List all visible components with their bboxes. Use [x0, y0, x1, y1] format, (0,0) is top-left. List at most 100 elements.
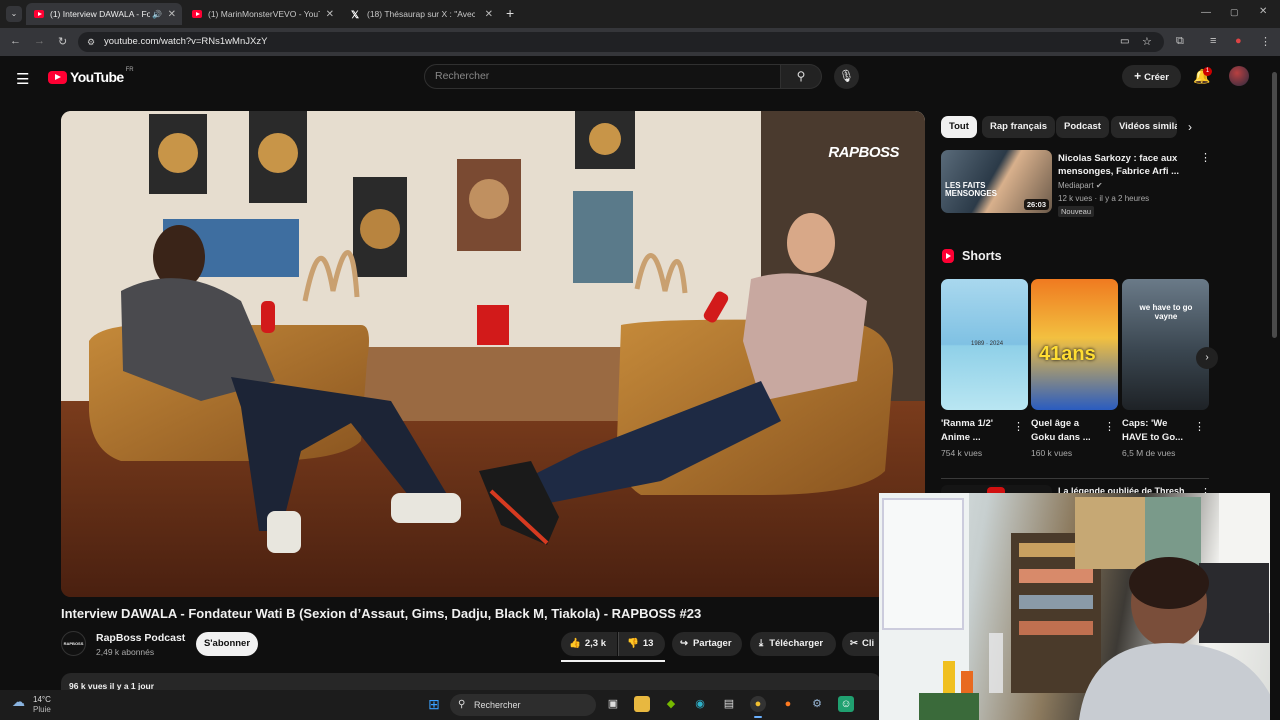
more-options-icon[interactable]: ⋮	[1104, 420, 1115, 433]
dislike-button[interactable]: 👎 13	[618, 632, 665, 656]
speaker-icon[interactable]: 🔊	[152, 10, 162, 19]
chip-rap-francais[interactable]: Rap français	[982, 116, 1056, 138]
hamburger-menu-icon[interactable]: ☰	[16, 70, 29, 88]
short-thumbnail[interactable]: we have to go vayne	[1122, 279, 1209, 410]
clip-button[interactable]: ✂ Cli	[842, 632, 879, 656]
thumbnail-text: LES FAITS MENSONGES	[945, 181, 998, 198]
youtube-header: ☰ YouTube FR Rechercher ⚲ 🎙 + Créer 🔔 1	[0, 56, 1270, 98]
like-button[interactable]: 👍 2,3 k	[561, 632, 617, 656]
more-options-icon[interactable]: ⋮	[1194, 420, 1205, 433]
youtube-icon	[192, 10, 202, 18]
recommended-views: 12 k vues · il y a 2 heures	[1058, 194, 1150, 203]
browser-toolbar: ← → ↻ ⚙ youtube.com/watch?v=RNs1wMnJXzY …	[0, 28, 1280, 56]
channel-name[interactable]: RapBoss Podcast	[96, 632, 185, 644]
temperature: 14°C	[33, 695, 51, 704]
video-title: Interview DAWALA - Fondateur Wati B (Sex…	[61, 606, 702, 621]
thumbs-down-icon: 👎	[627, 638, 639, 649]
short-title[interactable]: Caps: 'We HAVE to Go...	[1122, 417, 1192, 445]
close-tab-icon[interactable]: ✕	[168, 9, 176, 20]
bookmark-star-icon[interactable]: ☆	[1142, 32, 1152, 52]
download-button[interactable]: ⤓ Télécharger	[750, 632, 836, 656]
more-options-icon[interactable]: ⋮	[1200, 151, 1211, 164]
x-icon: 𝕏	[351, 10, 360, 21]
recommended-channel[interactable]: Mediapart ✔	[1058, 181, 1103, 190]
reading-list-icon[interactable]: ≡	[1210, 35, 1216, 47]
task-view-icon[interactable]: ▣	[605, 696, 621, 712]
short-thumbnail[interactable]: 1989 · 2024	[941, 279, 1028, 410]
short-title[interactable]: Quel âge a Goku dans ...	[1031, 417, 1101, 445]
search-input[interactable]: Rechercher	[424, 64, 781, 89]
taskbar-search[interactable]: ⚲ Rechercher	[450, 694, 596, 716]
taskbar-search-label: Rechercher	[474, 700, 521, 710]
chip-similar-videos[interactable]: Vidéos simila	[1111, 116, 1177, 138]
tab-search-button[interactable]: ⌄	[6, 6, 22, 22]
short-views: 754 k vues	[941, 448, 983, 458]
account-avatar[interactable]	[1229, 66, 1249, 86]
shorts-title: Shorts	[962, 249, 1002, 263]
address-bar[interactable]: ⚙ youtube.com/watch?v=RNs1wMnJXzY ▭ ☆	[78, 32, 1164, 52]
rain-cloud-icon: ☁	[12, 694, 25, 709]
webcam-overlay	[879, 493, 1280, 720]
steam-icon[interactable]: ⚙	[809, 696, 825, 712]
close-window-icon[interactable]: ✕	[1259, 6, 1267, 17]
extensions-icon[interactable]: ⧉	[1176, 35, 1184, 48]
store-icon[interactable]: ▤	[721, 696, 737, 712]
channel-avatar[interactable]: RAPBOSS	[61, 631, 86, 656]
chip-podcast[interactable]: Podcast	[1056, 116, 1109, 138]
share-button[interactable]: ↪ Partager	[672, 632, 742, 656]
file-explorer-icon[interactable]	[634, 696, 650, 712]
short-thumbnail[interactable]: 41ans	[1031, 279, 1118, 410]
chrome-icon[interactable]: ●	[750, 696, 766, 712]
like-ratio-bar	[561, 660, 665, 662]
browser-tab[interactable]: (1) MarinMonsterVEVO - YouTu ✕	[184, 3, 340, 25]
more-options-icon[interactable]: ⋮	[1013, 420, 1024, 433]
back-icon[interactable]: ←	[10, 35, 21, 47]
cast-icon[interactable]: ▭	[1120, 32, 1129, 52]
page-scrollbar[interactable]	[1270, 56, 1280, 720]
browser-tab-strip: ⌄ (1) Interview DAWALA - Fon 🔊 ✕ (1) Mar…	[0, 0, 1280, 28]
restore-icon[interactable]: ▢	[1230, 7, 1239, 18]
youtube-logo[interactable]: YouTube FR	[48, 67, 134, 85]
weather-condition: Pluie	[33, 705, 51, 714]
dislike-count: 13	[642, 638, 654, 649]
voice-search-button[interactable]: 🎙	[834, 64, 859, 89]
browser-tab[interactable]: 𝕏 (18) Thésaurap sur X : "Avec l'in ✕	[343, 3, 499, 25]
active-app-indicator	[754, 716, 762, 718]
search-button[interactable]: ⚲	[781, 64, 822, 89]
shorts-next-button[interactable]: ›	[1196, 347, 1218, 369]
windows-start-icon[interactable]: ⊞	[426, 696, 442, 712]
nvidia-icon[interactable]: ◆	[663, 696, 679, 712]
profile-icon[interactable]: ●	[1235, 35, 1242, 47]
recommended-video-thumbnail[interactable]: LES FAITS MENSONGES 26:03	[941, 150, 1052, 213]
forward-icon[interactable]: →	[34, 35, 45, 47]
close-tab-icon[interactable]: ✕	[485, 9, 493, 20]
discord-icon[interactable]: ☺	[838, 696, 854, 712]
edge-icon[interactable]: ◉	[692, 696, 708, 712]
chevron-right-icon[interactable]: ›	[1188, 120, 1192, 134]
thumbnail-text: we have to go vayne	[1139, 303, 1193, 321]
site-info-icon[interactable]: ⚙	[87, 32, 95, 52]
video-duration: 26:03	[1023, 199, 1049, 210]
minimize-icon[interactable]: —	[1201, 7, 1211, 18]
shorts-icon	[942, 249, 954, 263]
short-title[interactable]: 'Ranma 1/2' Anime ...	[941, 417, 1011, 445]
new-tab-button[interactable]: +	[506, 5, 514, 21]
video-frame	[61, 111, 925, 597]
firefox-icon[interactable]: ●	[780, 696, 796, 712]
download-icon: ⤓	[759, 638, 764, 649]
weather-widget[interactable]: ☁ 14°C Pluie	[12, 695, 51, 715]
recommended-video-title[interactable]: Nicolas Sarkozy : face aux mensonges, Fa…	[1058, 152, 1188, 178]
close-tab-icon[interactable]: ✕	[326, 9, 334, 20]
youtube-play-icon	[48, 70, 67, 84]
video-player[interactable]: RAPBOSS	[61, 111, 925, 597]
browser-tab-active[interactable]: (1) Interview DAWALA - Fon 🔊 ✕	[26, 3, 182, 25]
scissors-icon: ✂	[850, 638, 858, 649]
scrollbar-thumb[interactable]	[1272, 72, 1277, 338]
subscribe-button[interactable]: S'abonner	[196, 632, 258, 656]
section-divider	[941, 478, 1209, 479]
create-button[interactable]: + Créer	[1122, 65, 1181, 88]
reload-icon[interactable]: ↻	[58, 35, 67, 48]
browser-menu-icon[interactable]: ⋮	[1260, 35, 1271, 48]
chip-all[interactable]: Tout	[941, 116, 977, 138]
like-count: 2,3 k	[584, 638, 606, 649]
